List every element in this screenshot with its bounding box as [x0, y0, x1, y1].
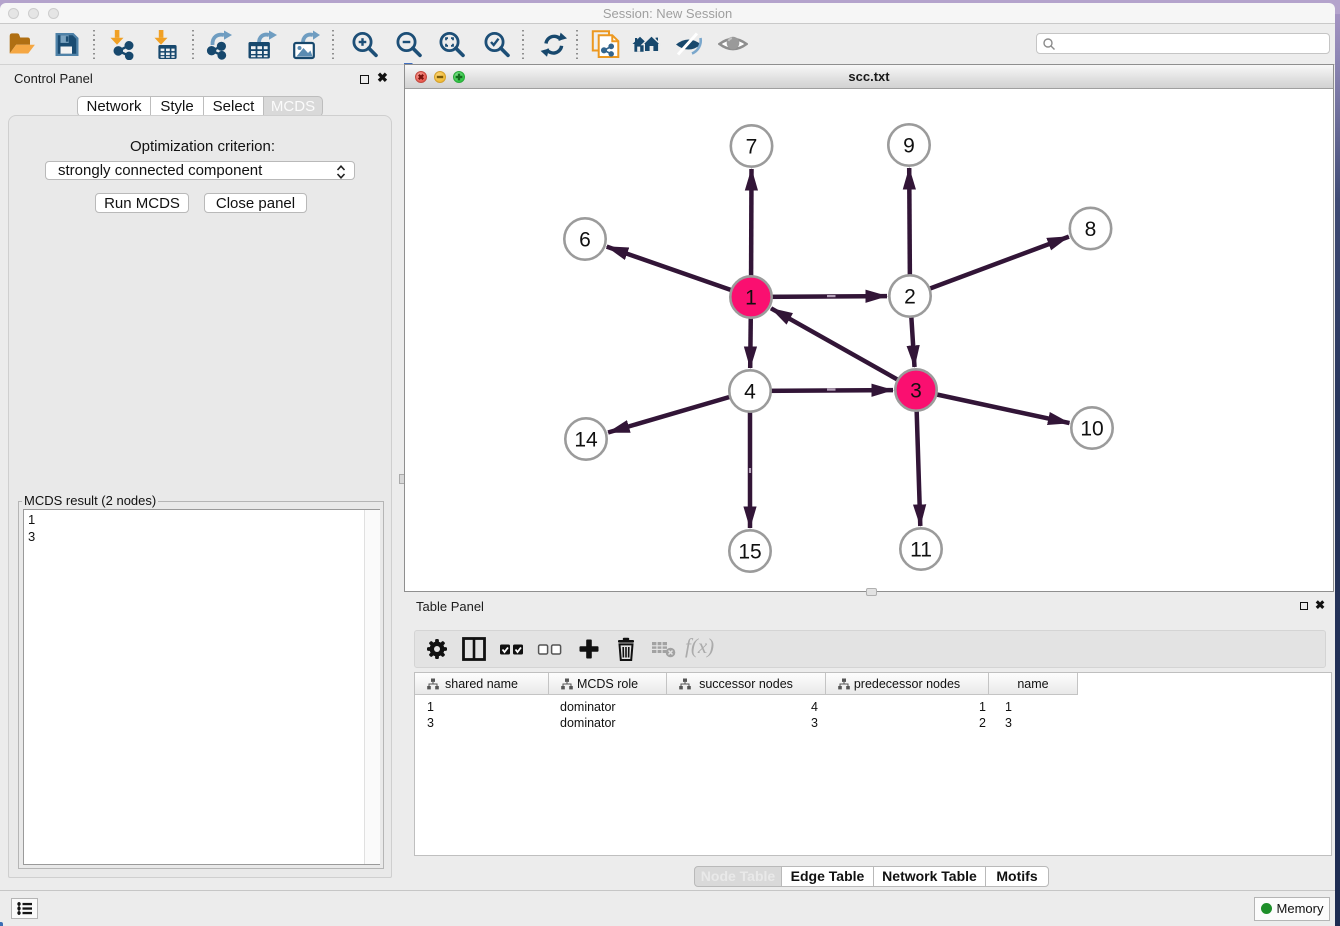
- svg-text:4: 4: [744, 381, 756, 404]
- svg-text:15: 15: [738, 541, 761, 564]
- svg-text:8: 8: [1085, 218, 1097, 241]
- svg-text:11: 11: [910, 539, 932, 562]
- svg-text:9: 9: [903, 135, 915, 158]
- svg-text:1: 1: [745, 287, 757, 310]
- svg-text:14: 14: [574, 429, 598, 452]
- svg-text:10: 10: [1080, 418, 1103, 441]
- svg-text:2: 2: [904, 286, 916, 309]
- svg-text:6: 6: [579, 229, 591, 252]
- svg-text:3: 3: [910, 380, 922, 403]
- svg-text:7: 7: [746, 136, 758, 159]
